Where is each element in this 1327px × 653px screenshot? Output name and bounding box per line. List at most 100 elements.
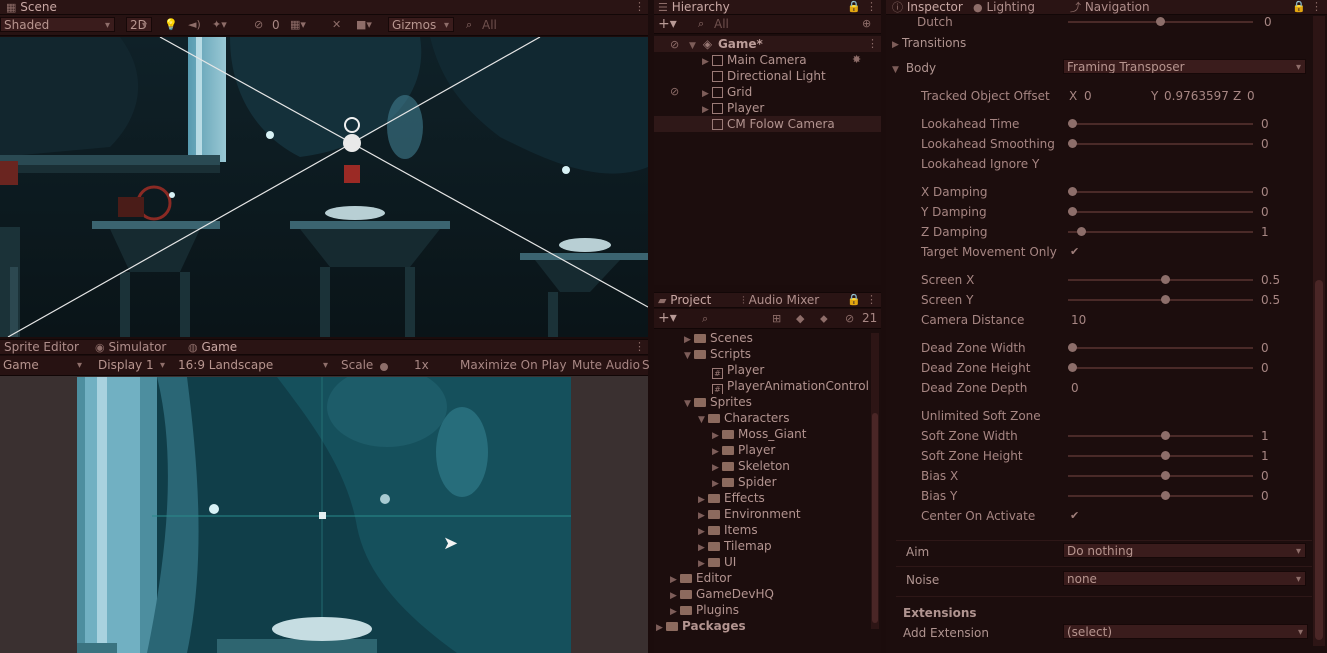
y-damping-value[interactable]: 0 bbox=[1261, 204, 1269, 220]
lookahead-time-slider-knob[interactable] bbox=[1068, 119, 1077, 128]
screen-y-value[interactable]: 0.5 bbox=[1261, 292, 1280, 308]
project-folder-plugins[interactable]: ▶ Plugins bbox=[670, 602, 739, 618]
tab-audio-mixer[interactable]: ⫶ Audio Mixer bbox=[742, 293, 819, 307]
project-folder-tilemap[interactable]: ▶ Tilemap bbox=[698, 538, 772, 554]
project-folder-effects[interactable]: ▶ Effects bbox=[698, 490, 765, 506]
hierarchy-item-cm-folow-camera[interactable]: CM Folow Camera bbox=[654, 116, 881, 132]
lock-icon[interactable]: 🔒 bbox=[1292, 0, 1306, 14]
bias-x-slider[interactable] bbox=[1068, 471, 1253, 480]
expand-arrow-icon[interactable]: ▶ bbox=[656, 620, 666, 636]
y-damping-slider[interactable] bbox=[1068, 207, 1253, 216]
bias-y-slider-knob[interactable] bbox=[1161, 491, 1170, 500]
tab-navigation[interactable]: ⤴ Navigation bbox=[1070, 0, 1150, 14]
dead-zone-height-value[interactable]: 0 bbox=[1261, 360, 1269, 376]
project-scrollbar-thumb[interactable] bbox=[872, 413, 878, 623]
collapse-arrow-icon[interactable]: ▼ bbox=[689, 38, 699, 54]
bias-x-value[interactable]: 0 bbox=[1261, 468, 1269, 484]
tracked-offset-x-label[interactable]: X bbox=[1069, 88, 1077, 104]
game-viewport[interactable]: ➤ bbox=[77, 377, 571, 653]
lock-icon[interactable]: 🔒 bbox=[847, 0, 861, 14]
tab-simulator[interactable]: ◉ Simulator bbox=[95, 340, 166, 354]
tab-sprite-editor[interactable]: Sprite Editor bbox=[4, 340, 79, 354]
dead-zone-width-slider[interactable] bbox=[1068, 343, 1253, 352]
project-folder-gamedevhq[interactable]: ▶ GameDevHQ bbox=[670, 586, 774, 602]
collapse-arrow-icon[interactable]: ▼ bbox=[684, 348, 694, 364]
game-mode-dropdown[interactable]: Game bbox=[0, 358, 86, 373]
lookahead-smoothing-slider-knob[interactable] bbox=[1068, 139, 1077, 148]
more-options-icon[interactable]: ⋮ bbox=[866, 0, 877, 14]
tab-scene[interactable]: ▦ Scene bbox=[6, 0, 57, 14]
x-damping-slider-knob[interactable] bbox=[1068, 187, 1077, 196]
add-button[interactable]: +▾ bbox=[658, 17, 677, 31]
expand-arrow-icon[interactable]: ▶ bbox=[702, 54, 712, 70]
body-type-dropdown[interactable]: Framing Transposer bbox=[1063, 59, 1306, 74]
inspector-scrollbar-thumb[interactable] bbox=[1315, 280, 1323, 640]
hierarchy-item-grid[interactable]: ▶ Grid bbox=[702, 84, 752, 100]
screen-x-value[interactable]: 0.5 bbox=[1261, 272, 1280, 288]
aim-dropdown[interactable]: Do nothing bbox=[1063, 543, 1306, 558]
tab-project[interactable]: ▰ Project bbox=[658, 293, 711, 307]
2d-toggle[interactable]: 2D bbox=[126, 17, 152, 32]
project-folder-player[interactable]: ▶ Player bbox=[712, 442, 775, 458]
more-options-icon[interactable]: ⋮ bbox=[634, 0, 645, 14]
scene-more-icon[interactable]: ⋮ bbox=[867, 37, 878, 51]
lookahead-smoothing-slider[interactable] bbox=[1068, 139, 1253, 148]
soft-zone-height-slider[interactable] bbox=[1068, 451, 1253, 460]
project-folder-packages[interactable]: ▶ Packages bbox=[656, 618, 746, 634]
project-folder-characters[interactable]: ▼ Characters bbox=[698, 410, 790, 426]
camera-icon[interactable]: ■▾ bbox=[356, 18, 372, 32]
scene-search-input[interactable]: All bbox=[482, 18, 497, 32]
bias-y-value[interactable]: 0 bbox=[1261, 488, 1269, 504]
effects-toggle-icon[interactable]: ✦▾ bbox=[212, 18, 227, 32]
tracked-offset-x-field[interactable]: 0 bbox=[1084, 88, 1092, 104]
center-on-activate-checkbox[interactable]: ✔ bbox=[1070, 509, 1079, 522]
audio-toggle-icon[interactable]: ◄) bbox=[188, 18, 201, 32]
lookahead-time-slider[interactable] bbox=[1068, 119, 1253, 128]
soft-zone-width-slider[interactable] bbox=[1068, 431, 1253, 440]
scene-root-row[interactable]: ⊘ ▼ ◈ Game* ⋮ bbox=[654, 36, 881, 52]
project-folder-editor[interactable]: ▶ Editor bbox=[670, 570, 732, 586]
tracked-offset-z-label[interactable]: Z bbox=[1233, 88, 1241, 104]
bias-y-slider[interactable] bbox=[1068, 491, 1253, 500]
y-damping-slider-knob[interactable] bbox=[1068, 207, 1077, 216]
tag-icon[interactable]: ⬥ bbox=[820, 312, 828, 326]
transitions-foldout[interactable]: ▶ Transitions bbox=[892, 35, 966, 51]
tab-lighting[interactable]: ● Lighting bbox=[973, 0, 1035, 14]
tracked-offset-y-field[interactable]: 0.9763597 bbox=[1164, 88, 1229, 104]
hierarchy-item-directional-light[interactable]: Directional Light bbox=[712, 68, 826, 84]
soft-zone-width-slider-knob[interactable] bbox=[1161, 431, 1170, 440]
target-movement-only-checkbox[interactable]: ✔ bbox=[1070, 245, 1079, 258]
dead-zone-width-value[interactable]: 0 bbox=[1261, 340, 1269, 356]
project-folder-sprites[interactable]: ▼ Sprites bbox=[684, 394, 752, 410]
aspect-dropdown[interactable]: 16:9 Landscape bbox=[175, 358, 332, 373]
hidden-visibility-icon[interactable]: ⊘ bbox=[670, 38, 679, 51]
search-by-label-icon[interactable]: ◆ bbox=[796, 312, 804, 326]
lock-icon[interactable]: 🔒 bbox=[847, 293, 861, 307]
scene-visibility-icon[interactable]: ⊕ bbox=[862, 17, 871, 31]
dutch-slider[interactable] bbox=[1068, 17, 1253, 26]
project-folder-skeleton[interactable]: ▶ Skeleton bbox=[712, 458, 790, 474]
dutch-value[interactable]: 0 bbox=[1264, 14, 1272, 30]
lookahead-smoothing-value[interactable]: 0 bbox=[1261, 136, 1269, 152]
more-options-icon[interactable]: ⋮ bbox=[866, 293, 877, 307]
tab-game[interactable]: ◍ Game bbox=[188, 340, 237, 354]
project-folder-ui[interactable]: ▶ UI bbox=[698, 554, 736, 570]
soft-zone-height-slider-knob[interactable] bbox=[1161, 451, 1170, 460]
project-folder-scripts[interactable]: ▼ Scripts bbox=[684, 346, 751, 362]
tracked-offset-y-label[interactable]: Y bbox=[1151, 88, 1158, 104]
x-damping-value[interactable]: 0 bbox=[1261, 184, 1269, 200]
project-folder-items[interactable]: ▶ Items bbox=[698, 522, 758, 538]
shading-mode-dropdown[interactable]: Shaded bbox=[0, 17, 115, 32]
hierarchy-item-player[interactable]: ▶ Player bbox=[702, 100, 764, 116]
screen-x-slider-knob[interactable] bbox=[1161, 275, 1170, 284]
x-damping-slider[interactable] bbox=[1068, 187, 1253, 196]
camera-distance-field[interactable]: 10 bbox=[1071, 312, 1086, 328]
project-folder-scenes[interactable]: ▶ Scenes bbox=[684, 330, 753, 346]
mute-audio-toggle[interactable]: Mute Audio bbox=[572, 358, 640, 372]
tab-inspector[interactable]: ⓘ Inspector bbox=[892, 0, 963, 14]
more-options-icon[interactable]: ⋮ bbox=[1311, 0, 1322, 14]
z-damping-value[interactable]: 1 bbox=[1261, 224, 1269, 240]
soft-zone-height-value[interactable]: 1 bbox=[1261, 448, 1269, 464]
add-extension-dropdown[interactable]: (select) bbox=[1063, 624, 1308, 639]
maximize-on-play-toggle[interactable]: Maximize On Play bbox=[460, 358, 567, 372]
